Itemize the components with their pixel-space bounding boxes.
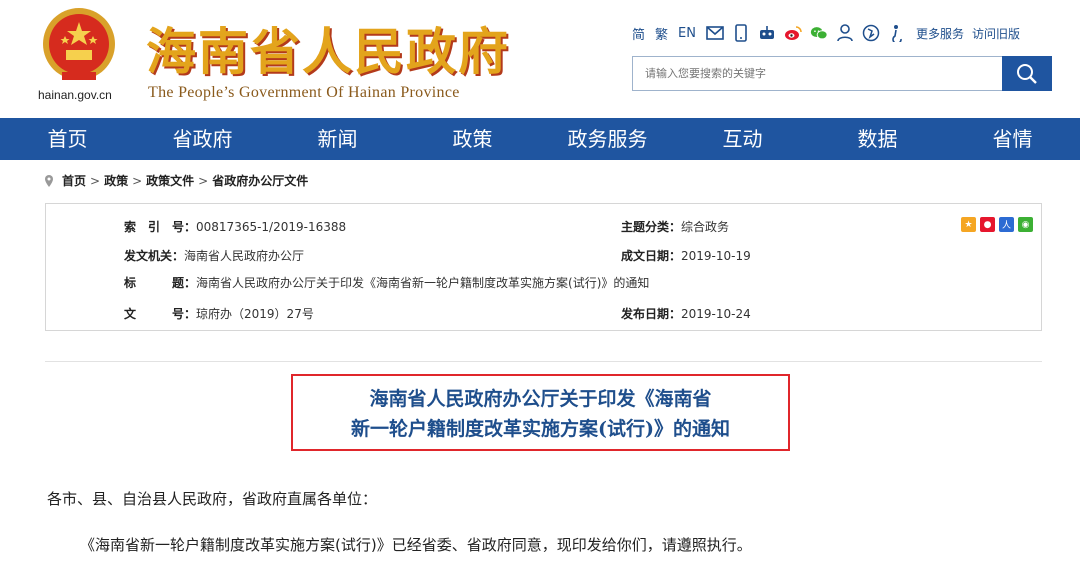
mail-icon[interactable] bbox=[706, 24, 724, 42]
breadcrumb-home[interactable]: 首页 bbox=[62, 172, 86, 189]
search-bar bbox=[632, 56, 1052, 91]
robot-icon[interactable] bbox=[758, 24, 776, 42]
info-issuer: 发文机关：海南省人民政府办公厅 bbox=[124, 247, 304, 264]
article-title-line1: 海南省人民政府办公厅关于印发《海南省 bbox=[369, 388, 712, 410]
elderly-icon[interactable] bbox=[888, 24, 906, 42]
info-published: 发布日期：2019-10-24 bbox=[621, 305, 751, 322]
breadcrumb: 首页 > 政策 > 政策文件 > 省政府办公厅文件 bbox=[44, 172, 308, 189]
lang-simplified[interactable]: 简 bbox=[632, 24, 645, 43]
old-version-link[interactable]: 访问旧版 bbox=[972, 25, 1020, 42]
divider bbox=[45, 361, 1042, 362]
nav-news[interactable]: 新闻 bbox=[270, 118, 405, 160]
info-created-label: 成文日期： bbox=[621, 249, 682, 263]
lang-traditional[interactable]: 繁 bbox=[655, 24, 668, 43]
info-docno-label: 文 号： bbox=[124, 307, 197, 321]
info-category: 主题分类：综合政务 bbox=[621, 218, 729, 235]
info-published-label: 发布日期： bbox=[621, 307, 682, 321]
more-services-link[interactable]: 更多服务 bbox=[916, 25, 964, 42]
info-title-value: 海南省人民政府办公厅关于印发《海南省新一轮户籍制度改革实施方案(试行)》的通知 bbox=[196, 276, 650, 290]
nav-home[interactable]: 首页 bbox=[0, 118, 135, 160]
info-index-value: 00817365-1/2019-16388 bbox=[196, 220, 347, 234]
site-title[interactable]: 海南省人民政府 bbox=[146, 12, 510, 84]
lang-english[interactable]: EN bbox=[678, 26, 696, 41]
nav-government[interactable]: 省政府 bbox=[135, 118, 270, 160]
article-salutation: 各市、县、自治县人民政府，省政府直属各单位： bbox=[47, 490, 378, 508]
mobile-icon[interactable] bbox=[732, 24, 750, 42]
site-domain: hainan.gov.cn bbox=[38, 88, 112, 102]
chevron-right-icon: > bbox=[132, 173, 143, 188]
chevron-right-icon: > bbox=[198, 173, 209, 188]
breadcrumb-office-docs[interactable]: 省政府办公厅文件 bbox=[212, 172, 308, 189]
nav-data[interactable]: 数据 bbox=[810, 118, 945, 160]
article-paragraph: 《海南省新一轮户籍制度改革实施方案(试行)》已经省委、省政府同意，现印发给你们，… bbox=[80, 536, 752, 554]
document-info-box: 索 引 号：00817365-1/2019-16388 主题分类：综合政务 发文… bbox=[45, 203, 1042, 331]
nav-interaction[interactable]: 互动 bbox=[675, 118, 810, 160]
info-docno: 文 号：琼府办（2019）27号 bbox=[124, 305, 314, 322]
breadcrumb-policy-docs[interactable]: 政策文件 bbox=[146, 172, 194, 189]
chevron-right-icon: > bbox=[90, 173, 101, 188]
info-index-label: 索 引 号： bbox=[124, 220, 197, 234]
nav-province-info[interactable]: 省情 bbox=[945, 118, 1080, 160]
info-category-label: 主题分类： bbox=[621, 220, 682, 234]
info-issuer-label: 发文机关： bbox=[124, 249, 185, 263]
share-qzone-icon[interactable]: ★ bbox=[961, 217, 976, 232]
national-emblem-icon bbox=[43, 8, 115, 80]
info-created-value: 2019-10-19 bbox=[681, 249, 751, 263]
accessibility-icon[interactable] bbox=[862, 24, 880, 42]
site-subtitle: The People’s Government Of Hainan Provin… bbox=[148, 84, 460, 101]
info-category-value: 综合政务 bbox=[681, 220, 730, 234]
article-title-line2: 新一轮户籍制度改革实施方案(试行)》的通知 bbox=[351, 418, 730, 440]
weibo-icon[interactable] bbox=[784, 24, 802, 42]
share-buttons: ★ ● 人 ◉ bbox=[957, 217, 1033, 232]
nav-policy[interactable]: 政策 bbox=[405, 118, 540, 160]
info-docno-value: 琼府办（2019）27号 bbox=[196, 307, 314, 321]
site-header: hainan.gov.cn 海南省人民政府 The People’s Gover… bbox=[0, 0, 1080, 118]
info-index: 索 引 号：00817365-1/2019-16388 bbox=[124, 218, 346, 235]
share-weibo-icon[interactable]: ● bbox=[980, 217, 995, 232]
breadcrumb-policy[interactable]: 政策 bbox=[104, 172, 128, 189]
location-pin-icon bbox=[45, 174, 53, 187]
search-input[interactable] bbox=[632, 56, 1002, 91]
info-created: 成文日期：2019-10-19 bbox=[621, 247, 751, 264]
info-title: 标 题：海南省人民政府办公厅关于印发《海南省新一轮户籍制度改革实施方案(试行)》… bbox=[124, 274, 649, 291]
header-tools: 简 繁 EN 更多服务 访问旧版 bbox=[632, 22, 1026, 44]
person-icon[interactable] bbox=[836, 24, 854, 42]
article-title-box: 海南省人民政府办公厅关于印发《海南省 新一轮户籍制度改革实施方案(试行)》的通知 bbox=[291, 374, 790, 451]
search-icon bbox=[1017, 63, 1037, 84]
wechat-icon[interactable] bbox=[810, 24, 828, 42]
search-button[interactable] bbox=[1002, 56, 1052, 91]
main-nav: 首页 省政府 新闻 政策 政务服务 互动 数据 省情 bbox=[0, 118, 1080, 160]
info-published-value: 2019-10-24 bbox=[681, 307, 751, 321]
share-wechat-icon[interactable]: ◉ bbox=[1018, 217, 1033, 232]
nav-services[interactable]: 政务服务 bbox=[540, 118, 675, 160]
info-issuer-value: 海南省人民政府办公厅 bbox=[184, 249, 305, 263]
info-title-label: 标 题： bbox=[124, 276, 197, 290]
share-renren-icon[interactable]: 人 bbox=[999, 217, 1014, 232]
